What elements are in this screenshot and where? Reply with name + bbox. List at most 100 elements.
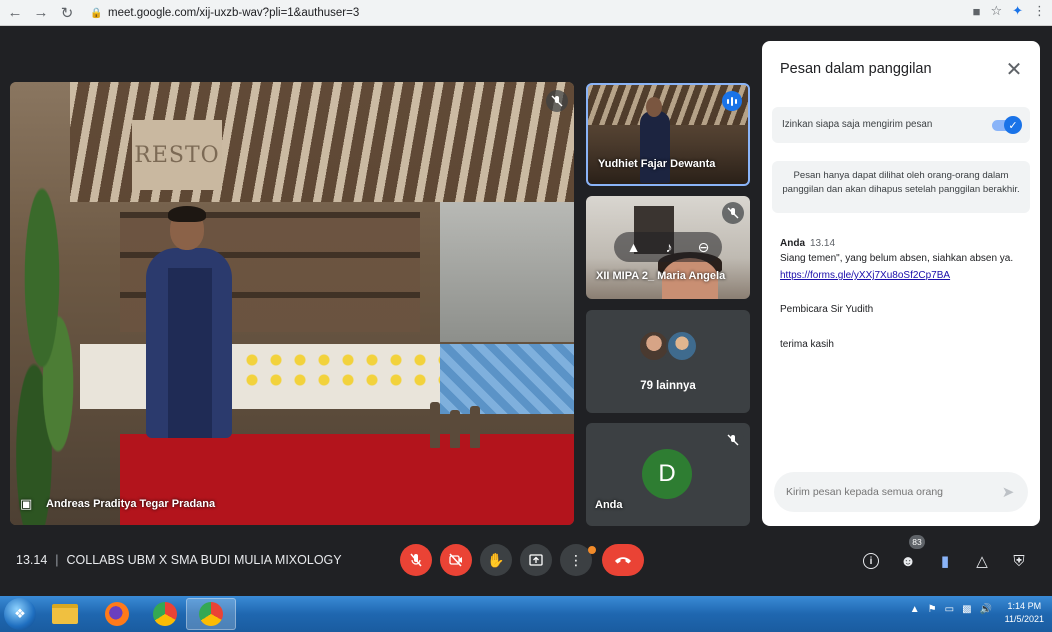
taskbar-firefox[interactable] [92, 598, 142, 630]
taskbar-clock[interactable]: 1:14 PM 11/5/2021 [1005, 600, 1044, 626]
avatar: D [642, 449, 692, 499]
pin-icon[interactable]: ▲ [627, 239, 641, 255]
present-screen-button[interactable] [520, 544, 552, 576]
address-bar[interactable]: 🔒 meet.google.com/xij-uxzb-wav?pli=1&aut… [90, 3, 359, 23]
flag-icon[interactable]: ⚑ [928, 604, 937, 615]
close-icon[interactable]: ✕ [1002, 57, 1026, 81]
remove-icon[interactable]: ⊖ [698, 239, 710, 256]
mic-toggle-button[interactable] [400, 544, 432, 576]
volume-icon[interactable]: 🔊 [980, 604, 992, 615]
camera-icon[interactable]: ■ [973, 4, 981, 19]
chat-message-link[interactable]: https://forms.gle/yXXj7Xu8oSf2Cp7BA [780, 270, 950, 281]
chat-message: Pembicara Sir Yudith [780, 304, 874, 315]
reload-icon[interactable]: ↻ [56, 2, 78, 24]
bottle [450, 410, 460, 448]
self-tile[interactable]: D Anda [586, 423, 750, 526]
back-arrow-icon[interactable]: ← [4, 2, 26, 24]
blue-tiles [440, 344, 574, 414]
participant-avatar [666, 330, 698, 362]
info-icon: i [863, 553, 879, 569]
meeting-time: 13.14 [16, 553, 48, 567]
more-vertical-icon: ⋮ [569, 551, 583, 568]
chat-title: Pesan dalam panggilan [780, 61, 932, 77]
chat-panel: Pesan dalam panggilan ✕ Izinkan siapa sa… [762, 41, 1040, 526]
chrome-icon [199, 602, 223, 626]
taskbar-chrome-active[interactable] [186, 598, 236, 630]
battery-icon[interactable]: ▭ [945, 604, 954, 615]
start-button[interactable]: ❖ [4, 598, 36, 630]
separator: | [55, 553, 59, 567]
end-call-button[interactable] [602, 544, 644, 576]
meeting-title: COLLABS UBM X SMA BUDI MULIA MIXOLOGY [66, 553, 342, 567]
presenter-pin-icon: ▣ [20, 496, 33, 511]
shield-lock-icon: ⛨ [1013, 552, 1025, 570]
presenter-figure [138, 206, 234, 438]
raise-hand-button[interactable]: ✋ [480, 544, 512, 576]
meeting-details-button[interactable]: i [860, 550, 882, 572]
other-participants-tile[interactable]: 79 lainnya [586, 310, 750, 413]
others-count-label: 79 lainnya [640, 380, 696, 392]
mic-off-icon [722, 202, 744, 224]
os-taskbar: ❖ ▲ ⚑ ▭ ▩ 🔊 1:14 PM 11/5/2021 [0, 596, 1052, 632]
chrome-icon [153, 602, 177, 626]
tray-expand-icon[interactable]: ▲ [910, 604, 920, 615]
participant-name: Yudhiet Fajar Dewanta [598, 158, 716, 170]
main-participant-name: Andreas Praditya Tegar Pradana [46, 498, 216, 510]
mute-participant-icon[interactable]: ♪ [666, 239, 673, 255]
bookmark-star-icon[interactable]: ☆ [990, 3, 1002, 19]
chat-input[interactable] [774, 472, 1028, 512]
taskbar-chrome[interactable] [140, 598, 190, 630]
notification-dot [588, 546, 596, 554]
message-header: Anda 13.14 [780, 238, 835, 249]
participant-tile-yudhiet[interactable]: Yudhiet Fajar Dewanta [586, 83, 750, 186]
mic-off-icon [546, 90, 568, 112]
main-video-tile[interactable]: RESTO ▣ Andreas Praditya Tegar Pradana [10, 82, 574, 525]
taskbar-explorer[interactable] [40, 598, 90, 630]
lock-icon: 🔒 [90, 7, 103, 19]
mic-off-icon [410, 553, 422, 567]
yellow-flowers [240, 350, 440, 390]
participant-tile-maria[interactable]: ▲ ♪ ⊖ XII MIPA 2_ Maria Angela [586, 196, 750, 299]
chat-notice: Pesan hanya dapat dilihat oleh orang-ora… [772, 161, 1030, 213]
bottle [430, 402, 440, 448]
present-icon [529, 554, 543, 566]
meeting-info: 13.14 | COLLABS UBM X SMA BUDI MULIA MIX… [16, 553, 342, 567]
activities-icon: △ [976, 553, 988, 570]
host-controls-button[interactable]: ⛨ [1008, 550, 1030, 572]
system-tray: ▲ ⚑ ▭ ▩ 🔊 [910, 604, 992, 615]
camera-toggle-button[interactable] [440, 544, 472, 576]
folder-icon [52, 604, 78, 624]
message-sender: Anda [780, 238, 805, 249]
chat-icon: ▮ [940, 553, 950, 570]
allow-messages-toggle[interactable]: ✓ [992, 116, 1022, 134]
forward-arrow-icon[interactable]: → [30, 2, 52, 24]
menu-kebab-icon[interactable]: ⋮ [1033, 3, 1046, 19]
allow-messages-label: Izinkan siapa saja mengirim pesan [782, 119, 933, 130]
extension-icon[interactable]: ✦ [1012, 3, 1023, 19]
participant-name: Anda [595, 499, 623, 511]
chat-message: terima kasih [780, 339, 834, 350]
chat-message: Siang temen", yang belum absen, siahkan … [780, 253, 1014, 264]
chat-button[interactable]: ▮ [934, 550, 956, 572]
send-icon[interactable]: ➤ [998, 482, 1018, 502]
activities-button[interactable]: △ [971, 550, 993, 572]
red-table [120, 434, 574, 525]
clock-time: 1:14 PM [1007, 601, 1042, 611]
resto-sign: RESTO [132, 120, 222, 190]
meet-stage: RESTO ▣ Andreas Praditya Tegar Pradana Y… [0, 26, 1052, 596]
hangup-icon [615, 557, 631, 564]
participant-name: XII MIPA 2_ Maria Angela [596, 270, 726, 282]
message-time: 13.14 [810, 238, 836, 249]
signal-icon[interactable]: ▩ [962, 604, 971, 615]
windows-logo-icon: ❖ [14, 606, 26, 621]
camera-off-icon [449, 553, 462, 567]
back-window [440, 202, 574, 342]
people-icon: ☻ [900, 552, 916, 570]
bottle [470, 406, 480, 448]
clock-date: 11/5/2021 [1004, 614, 1044, 624]
plant [10, 172, 90, 525]
tile-hover-controls: ▲ ♪ ⊖ [614, 232, 722, 262]
hand-icon: ✋ [487, 551, 505, 568]
check-icon: ✓ [1004, 116, 1022, 134]
people-button[interactable]: ☻ [897, 550, 919, 572]
